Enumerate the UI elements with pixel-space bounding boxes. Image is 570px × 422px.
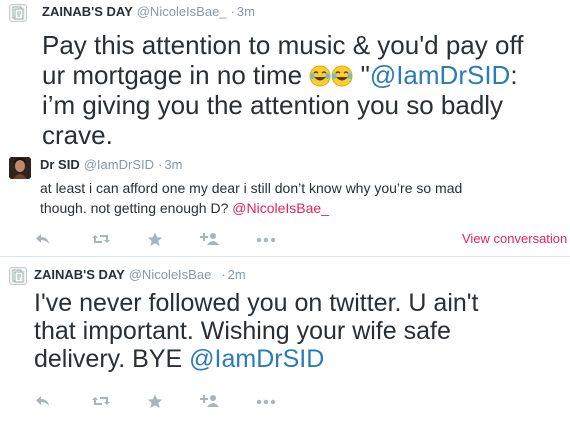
tweet-divider [0, 256, 570, 257]
tweet-text: Pay this attention to music & you'd pay … [42, 30, 523, 150]
tweet-actions [34, 232, 294, 248]
tweet-text-segment: : [510, 60, 518, 90]
timestamp[interactable]: 3m [164, 157, 182, 172]
tweet-text-line: at least i can afford one my dear i stil… [40, 180, 463, 196]
display-name[interactable]: Dr SID [40, 157, 80, 172]
tears-of-joy-emoji [309, 60, 331, 90]
tweet-text-line: that important. Wishing your wife safe [34, 317, 451, 345]
view-conversation-link[interactable]: View conversation [462, 231, 567, 247]
more-icon[interactable] [256, 232, 276, 248]
tweet-text-segment: ur mortgage in no time [42, 60, 310, 90]
tweet-text-segment: though. not getting enough D? [40, 200, 233, 216]
avatar-zainab[interactable] [9, 4, 27, 22]
reply-icon[interactable] [34, 394, 54, 410]
mention-link[interactable]: @NicoleIsBae_ [232, 200, 329, 216]
separator-dot: · [221, 267, 226, 282]
retweet-icon[interactable] [91, 394, 111, 410]
tweet-text-line: crave. [42, 120, 113, 150]
mention-link[interactable]: @IamDrSID [370, 60, 511, 90]
star-icon[interactable] [147, 232, 167, 248]
display-name[interactable]: ZAINAB'S DAY [42, 4, 133, 19]
separator-dot: · [230, 4, 235, 19]
username[interactable]: @NicoleIsBae_ [137, 4, 227, 19]
avatar-drsid[interactable] [9, 157, 31, 179]
tears-of-joy-emoji [331, 60, 353, 90]
follow-icon[interactable] [200, 394, 220, 410]
tweet-text-line: ur mortgage in no time "@IamDrSID: [42, 60, 523, 90]
tweet-actions [34, 394, 294, 410]
tweet-text-line: Pay this attention to music & you'd pay … [42, 30, 524, 60]
follow-icon[interactable] [200, 232, 220, 248]
tweet-header: Dr SID @IamDrSID · 3m [40, 157, 182, 173]
retweet-icon[interactable] [91, 232, 111, 248]
mention-link[interactable]: @IamDrSID [189, 345, 324, 373]
tweet-text-segment: " [353, 60, 370, 90]
display-name[interactable]: ZAINAB'S DAY [34, 267, 125, 282]
tweet-text: I've never followed you on twitter. U ai… [34, 289, 479, 373]
reply-icon[interactable] [34, 232, 54, 248]
tweet-text-line: i’m giving you the attention you so badl… [42, 90, 504, 120]
tweet-text-line: I've never followed you on twitter. U ai… [34, 289, 479, 317]
username[interactable]: @IamDrSID [84, 157, 154, 172]
avatar-zainab[interactable] [9, 267, 27, 285]
separator-dot: · [158, 157, 163, 172]
tweet-text: at least i can afford one my dear i stil… [40, 178, 462, 218]
username[interactable]: @NicoleIsBae [129, 267, 212, 282]
tweet-header: ZAINAB'S DAY @NicoleIsBae · 2m [34, 267, 246, 283]
tweet-header: ZAINAB'S DAY @NicoleIsBae_ · 3m [42, 4, 255, 20]
timestamp[interactable]: 2m [228, 267, 246, 282]
tweet-text-line: delivery. BYE @IamDrSID [34, 345, 479, 373]
tweet-text-line: though. not getting enough D? @NicoleIsB… [40, 198, 462, 218]
more-icon[interactable] [256, 394, 276, 410]
tweet-text-segment: delivery. BYE [34, 345, 190, 373]
timestamp[interactable]: 3m [237, 4, 255, 19]
star-icon[interactable] [147, 394, 167, 410]
